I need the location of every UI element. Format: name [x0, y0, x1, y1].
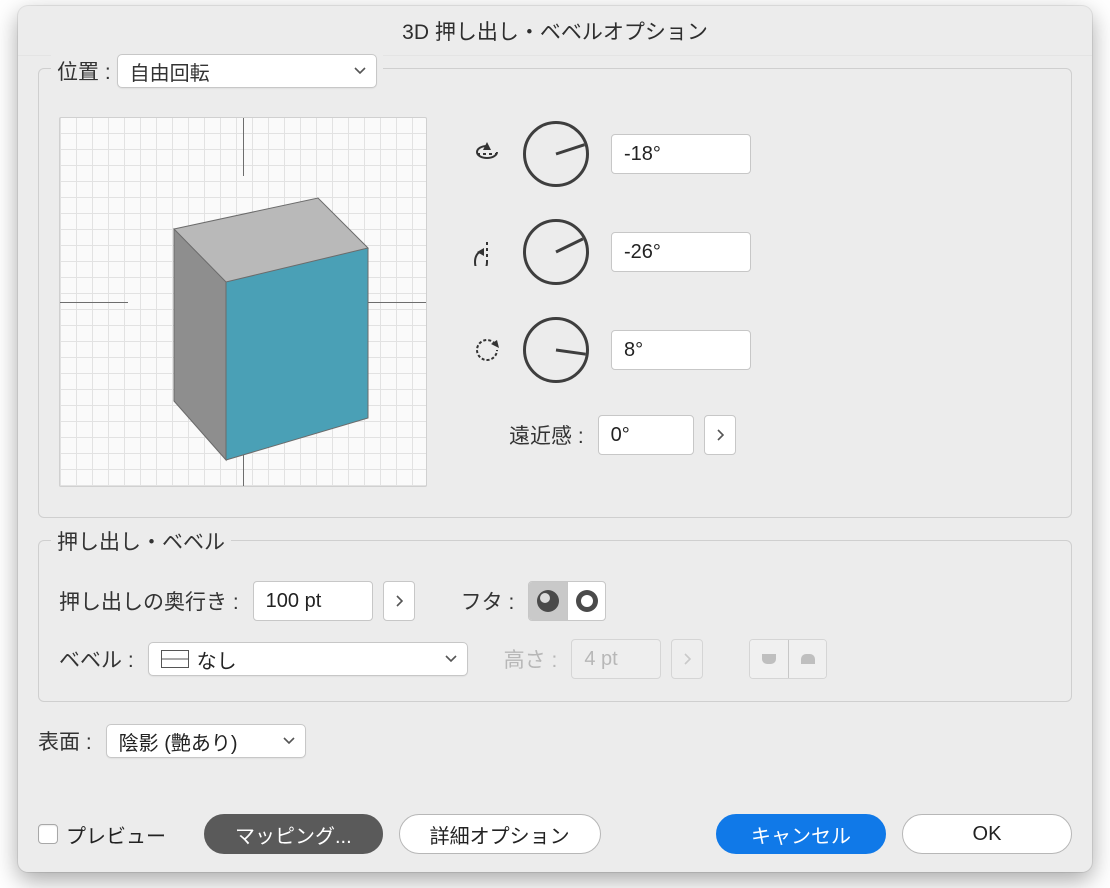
- rotate-y-icon: [473, 238, 501, 266]
- rotate-z-dial[interactable]: [523, 317, 589, 383]
- chevron-down-icon: [283, 737, 295, 745]
- surface-select[interactable]: 陰影 (艶あり): [106, 724, 306, 758]
- position-preset-value: 自由回転: [130, 57, 210, 86]
- cap-toggle: [528, 581, 606, 621]
- cube-icon: [60, 118, 428, 488]
- mapping-button[interactable]: マッピング...: [204, 814, 383, 854]
- rotate-x-dial[interactable]: [523, 121, 589, 187]
- rotate-x-icon: [473, 140, 501, 168]
- bevel-in-button: [750, 640, 788, 678]
- cap-on-button[interactable]: [529, 582, 567, 620]
- 3d-preview[interactable]: [59, 117, 427, 487]
- chevron-down-icon: [445, 655, 457, 663]
- rotate-y-input[interactable]: -26°: [611, 232, 751, 272]
- perspective-stepper[interactable]: [704, 415, 736, 455]
- position-group: 位置 : 自由回転: [38, 68, 1072, 518]
- cancel-button[interactable]: キャンセル: [716, 814, 886, 854]
- bevel-out-button: [788, 640, 826, 678]
- bevel-height-label: 高さ :: [504, 644, 558, 674]
- rotate-x-input[interactable]: -18°: [611, 134, 751, 174]
- chevron-down-icon: [354, 67, 366, 75]
- extrude-legend: 押し出し・ベベル: [57, 526, 225, 556]
- surface-value: 陰影 (艶あり): [119, 727, 238, 756]
- bevel-label: ベベル :: [59, 644, 134, 674]
- bevel-out-icon: [797, 648, 819, 670]
- preview-label: プレビュー: [66, 820, 166, 849]
- surface-label: 表面 :: [38, 726, 92, 756]
- position-preset-select[interactable]: 自由回転: [117, 54, 377, 88]
- chevron-right-icon: [395, 594, 403, 608]
- cap-solid-icon: [535, 588, 561, 614]
- ok-button[interactable]: OK: [902, 814, 1072, 854]
- checkbox-icon: [38, 824, 58, 844]
- extrude-depth-stepper[interactable]: [383, 581, 415, 621]
- extrude-depth-label: 押し出しの奥行き :: [59, 586, 239, 616]
- extrude-depth-input[interactable]: 100 pt: [253, 581, 373, 621]
- cap-hollow-icon: [574, 588, 600, 614]
- perspective-label: 遠近感 :: [509, 420, 584, 450]
- dialog-footer: プレビュー マッピング... 詳細オプション キャンセル OK: [38, 814, 1072, 854]
- bevel-in-icon: [758, 648, 780, 670]
- perspective-input[interactable]: 0°: [598, 415, 694, 455]
- cap-off-button[interactable]: [567, 582, 605, 620]
- chevron-right-icon: [683, 652, 691, 666]
- dialog-window: 3D 押し出し・ベベルオプション 位置 : 自由回転: [18, 6, 1092, 872]
- bevel-none-icon: [161, 650, 189, 668]
- extrude-bevel-group: 押し出し・ベベル 押し出しの奥行き : 100 pt フタ :: [38, 540, 1072, 702]
- rotate-z-input[interactable]: 8°: [611, 330, 751, 370]
- bevel-value: なし: [197, 645, 237, 674]
- rotate-z-icon: [473, 336, 501, 364]
- dialog-title: 3D 押し出し・ベベルオプション: [18, 6, 1092, 56]
- chevron-right-icon: [716, 428, 724, 442]
- more-options-button[interactable]: 詳細オプション: [399, 814, 601, 854]
- preview-checkbox[interactable]: プレビュー: [38, 820, 166, 849]
- bevel-select[interactable]: なし: [148, 642, 468, 676]
- cap-label: フタ :: [461, 586, 515, 616]
- bevel-height-input: 4 pt: [571, 639, 661, 679]
- bevel-height-stepper: [671, 639, 703, 679]
- bevel-direction-toggle: [749, 639, 827, 679]
- position-label: 位置 :: [57, 56, 111, 86]
- rotate-y-dial[interactable]: [523, 219, 589, 285]
